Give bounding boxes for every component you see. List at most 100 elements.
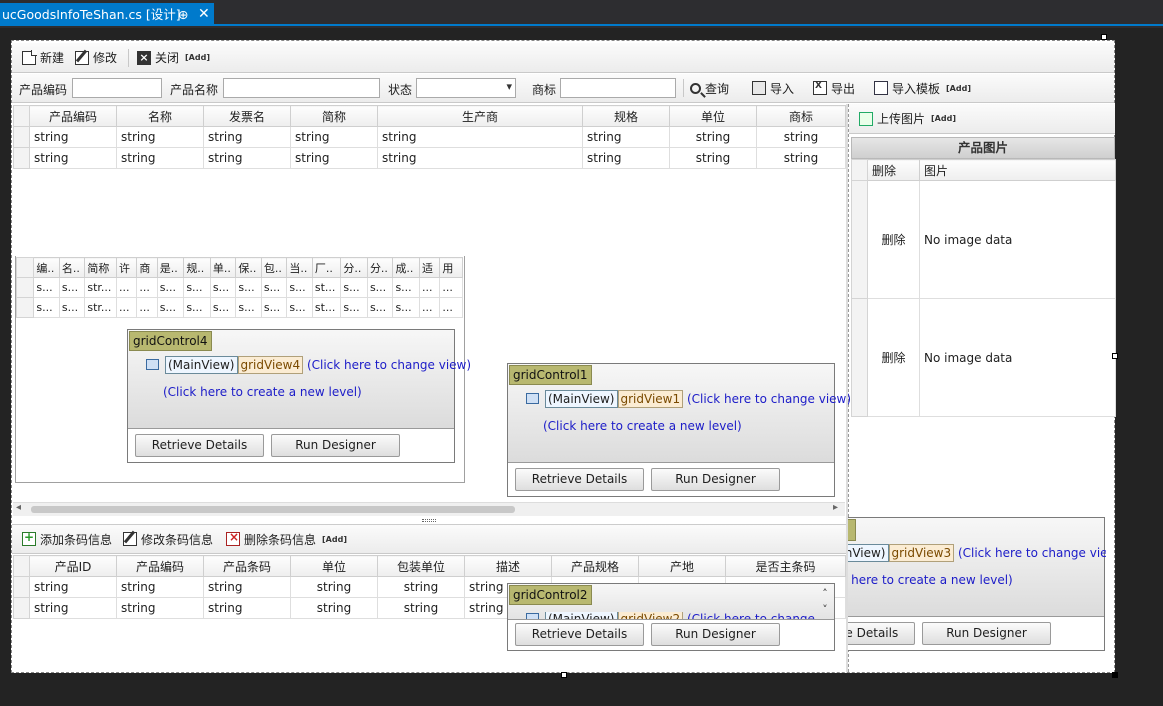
cell[interactable]: str...: [84, 277, 117, 298]
scroll-left-icon[interactable]: ◂: [16, 502, 21, 513]
cell[interactable]: ...: [136, 297, 158, 318]
cell[interactable]: s...: [156, 277, 185, 298]
horizontal-scrollbar[interactable]: ◂ ▸: [13, 502, 845, 516]
scroll-arrows[interactable]: ˄ ˅: [818, 586, 832, 619]
add-item-link[interactable]: [Add]: [931, 114, 956, 123]
cell[interactable]: s...: [286, 297, 313, 318]
delete-link[interactable]: 删除: [867, 298, 920, 417]
column-header[interactable]: 单位: [290, 555, 378, 577]
column-header[interactable]: 商标: [756, 105, 846, 127]
grid-view-label[interactable]: gridView3: [888, 544, 955, 562]
cell[interactable]: string: [669, 126, 757, 148]
column-header[interactable]: 单..: [209, 257, 237, 278]
resize-handle[interactable]: [561, 672, 567, 678]
cell[interactable]: string: [29, 147, 117, 169]
pin-icon[interactable]: ⊕: [178, 3, 188, 26]
cell[interactable]: string: [669, 147, 757, 169]
cell[interactable]: s...: [183, 297, 211, 318]
cell[interactable]: s...: [260, 297, 288, 318]
column-header[interactable]: 产品编码: [116, 555, 204, 577]
image-grid[interactable]: 删除 图片 删除 No image data 删除 No image data: [851, 159, 1116, 417]
cell[interactable]: s...: [33, 277, 60, 298]
cell[interactable]: string: [203, 576, 291, 598]
column-header[interactable]: 产品编码: [29, 105, 117, 127]
status-select[interactable]: [416, 78, 516, 98]
close-button[interactable]: × 关闭 [Add]: [137, 43, 210, 72]
cell[interactable]: string: [290, 147, 378, 169]
cell[interactable]: string: [116, 147, 204, 169]
column-header[interactable]: 商: [136, 257, 158, 278]
cell[interactable]: string: [29, 126, 117, 148]
cell[interactable]: string: [116, 597, 204, 619]
cell[interactable]: string: [377, 126, 583, 148]
add-item-link[interactable]: [Add]: [185, 53, 210, 62]
product-name-input[interactable]: [223, 78, 380, 98]
cell[interactable]: s...: [392, 277, 420, 298]
column-header[interactable]: 用: [439, 257, 463, 278]
grid-control-4[interactable]: gridControl4 (MainView) gridView4 (Click …: [127, 329, 471, 463]
upload-image-button[interactable]: 上传图片 [Add]: [859, 104, 956, 133]
grid-control-1[interactable]: gridControl1 (MainView) gridView1 (Click …: [507, 363, 851, 497]
table-row[interactable]: 删除 No image data: [851, 180, 1116, 299]
column-header[interactable]: 名..: [58, 257, 86, 278]
create-level-link[interactable]: (Click here to create a new level): [163, 385, 362, 399]
cell[interactable]: string: [377, 147, 583, 169]
grid-control-2[interactable]: gridControl2 (MainView) gridView2 (Click …: [507, 583, 835, 651]
cell[interactable]: string: [203, 147, 291, 169]
product-code-input[interactable]: [72, 78, 162, 98]
column-header[interactable]: 名称: [116, 105, 204, 127]
cell[interactable]: ...: [418, 297, 441, 318]
import-button[interactable]: 导入: [752, 74, 794, 102]
delete-barcode-button[interactable]: 删除条码信息[Add]: [226, 525, 347, 553]
cell[interactable]: ...: [439, 277, 463, 298]
retrieve-details-button[interactable]: Retrieve Details: [848, 622, 915, 645]
cell[interactable]: s...: [340, 277, 368, 298]
change-view-link[interactable]: (Click here to change view): [958, 546, 1106, 560]
table-row[interactable]: string string string string string strin…: [13, 147, 846, 169]
cell[interactable]: s...: [156, 297, 185, 318]
column-header[interactable]: 图片: [919, 159, 1116, 181]
cell[interactable]: string: [290, 576, 378, 598]
cell[interactable]: str...: [84, 297, 117, 318]
cell[interactable]: s...: [340, 297, 368, 318]
query-button[interactable]: 查询: [690, 74, 729, 102]
cell[interactable]: ...: [115, 277, 138, 298]
table-row[interactable]: 删除 No image data: [851, 298, 1116, 417]
add-barcode-button[interactable]: 添加条码信息: [22, 525, 112, 553]
cell[interactable]: string: [377, 576, 465, 598]
resize-handle[interactable]: [1112, 672, 1118, 678]
vertical-splitter[interactable]: [846, 104, 848, 672]
column-header[interactable]: 厂..: [311, 257, 342, 278]
column-header[interactable]: 描述: [464, 555, 552, 577]
table-row[interactable]: s... s... str......... s... s... s... s... s...…: [15, 277, 463, 298]
close-tab-icon[interactable]: ✕: [198, 3, 210, 26]
table-row[interactable]: string string string string string strin…: [13, 126, 846, 148]
cell[interactable]: string: [582, 147, 670, 169]
edit-button[interactable]: 修改: [75, 43, 117, 72]
cell[interactable]: s...: [286, 277, 313, 298]
new-button[interactable]: 新建: [22, 43, 64, 72]
cell[interactable]: string: [756, 126, 846, 148]
cell[interactable]: string: [377, 597, 465, 619]
column-header[interactable]: 包..: [260, 257, 288, 278]
cell[interactable]: s...: [260, 277, 288, 298]
grid-view-label[interactable]: gridView4: [237, 356, 304, 374]
brand-input[interactable]: [560, 78, 676, 98]
retrieve-details-button[interactable]: Retrieve Details: [515, 468, 644, 491]
change-view-link[interactable]: (Click here to change view): [687, 392, 851, 406]
add-item-link[interactable]: [Add]: [946, 84, 971, 93]
column-header[interactable]: 许: [115, 257, 138, 278]
create-level-link[interactable]: (Click here to create a new level): [543, 419, 742, 433]
column-header[interactable]: 当..: [286, 257, 313, 278]
grid-view-label[interactable]: gridView1: [617, 390, 684, 408]
table-row[interactable]: s... s... str......... s... s... s... s... s...…: [15, 297, 463, 318]
detail-grid[interactable]: 编.. 名.. 简称许商是.. 规.. 单.. 保.. 包.. 当.. 厂.. 分.. 分.. 成..…: [15, 257, 463, 318]
cell[interactable]: string: [203, 126, 291, 148]
document-tab[interactable]: ucGoodsInfoTeShan.cs [设计] ⊕ ✕: [0, 3, 214, 26]
column-header[interactable]: 产品ID: [29, 555, 117, 577]
column-header[interactable]: 规格: [582, 105, 670, 127]
create-level-link[interactable]: (Click here to create a new level): [848, 573, 1013, 587]
cell[interactable]: string: [582, 126, 670, 148]
run-designer-button[interactable]: Run Designer: [271, 434, 400, 457]
cell[interactable]: string: [116, 576, 204, 598]
